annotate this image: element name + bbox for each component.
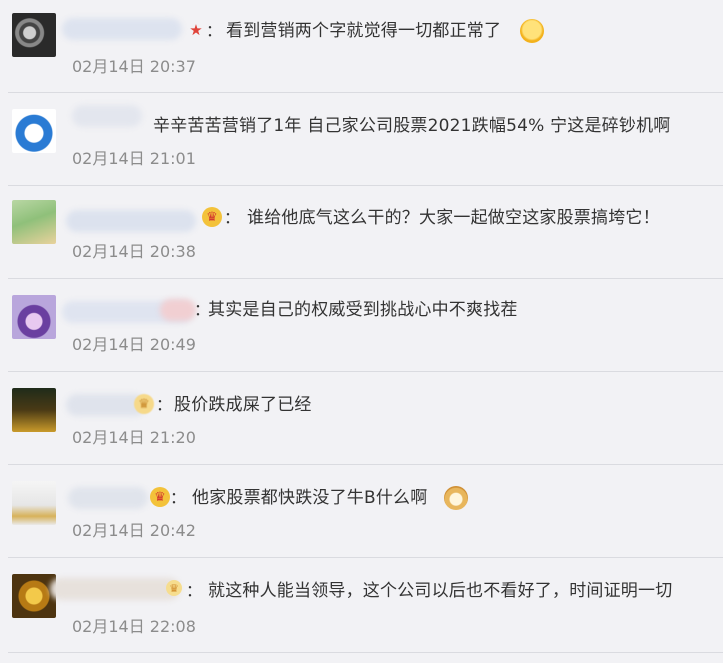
smile-emoji-icon [520, 19, 544, 43]
comment-item: ♛ ： 他家股票都快跌没了牛B什么啊 02月14日 20:42 [0, 465, 723, 558]
avatar[interactable] [12, 388, 56, 432]
comment-item: ♛ ： 股价跌成屎了已经 02月14日 21:20 [0, 372, 723, 465]
username-blurred[interactable] [50, 578, 180, 600]
comment-text: 其实是自己的权威受到挑战心中不爽找茬 [208, 300, 518, 320]
timestamp: 02月14日 20:49 [72, 335, 196, 354]
comment-text: 股价跌成屎了已经 [174, 395, 312, 415]
colon: ： [186, 581, 203, 600]
doge-emoji-icon [444, 486, 468, 510]
crown-badge-icon: ♛ [166, 580, 182, 596]
avatar[interactable] [12, 481, 56, 525]
avatar[interactable] [12, 13, 56, 57]
divider [8, 652, 723, 653]
timestamp: 02月14日 20:42 [72, 521, 196, 540]
crown-badge-icon: ♛ [150, 487, 170, 507]
timestamp: 02月14日 22:08 [72, 617, 196, 636]
star-badge-icon: ★ [189, 20, 203, 39]
timestamp: 02月14日 21:20 [72, 428, 196, 447]
comment-text: 他家股票都快跌没了牛B什么啊 [192, 488, 428, 508]
timestamp: 02月14日 21:01 [72, 149, 196, 168]
crown-badge-icon: ♛ [134, 394, 154, 414]
avatar[interactable] [12, 574, 56, 618]
username-blurred[interactable] [62, 18, 182, 40]
timestamp: 02月14日 20:38 [72, 242, 196, 261]
comment-item: ♛ ： 就这种人能当领导，这个公司以后也不看好了，时间证明一切 02月14日 2… [0, 558, 723, 663]
username-blurred-end [160, 299, 196, 321]
username-blurred[interactable] [68, 487, 148, 509]
avatar[interactable] [12, 295, 56, 339]
colon: ： [156, 395, 173, 414]
colon: ： [224, 208, 241, 227]
comment-item: 辛辛苦苦营销了1年 自己家公司股票2021跌幅54% 宁这是碎钞机啊 02月14… [0, 93, 723, 186]
comment-text: 谁给他底气这么干的？大家一起做空这家股票搞垮它！ [247, 208, 660, 228]
avatar[interactable] [12, 200, 56, 244]
comment-text: 看到营销两个字就觉得一切都正常了 [226, 21, 502, 41]
comment-item: ★ ： 看到营销两个字就觉得一切都正常了 02月14日 20:37 [0, 0, 723, 93]
comment-text: 就这种人能当领导，这个公司以后也不看好了，时间证明一切 [208, 581, 673, 601]
comment-item: ♛ ： 谁给他底气这么干的？大家一起做空这家股票搞垮它！ 02月14日 20:3… [0, 186, 723, 279]
comment-list: ★ ： 看到营销两个字就觉得一切都正常了 02月14日 20:37 辛辛苦苦营销… [0, 0, 723, 663]
avatar[interactable] [12, 109, 56, 153]
timestamp: 02月14日 20:37 [72, 57, 196, 76]
username-blurred[interactable] [72, 105, 142, 127]
username-blurred[interactable] [66, 210, 196, 232]
colon: ： [206, 21, 223, 40]
colon: ： [170, 488, 187, 507]
crown-badge-icon: ♛ [202, 207, 222, 227]
comment-item: ： 其实是自己的权威受到挑战心中不爽找茬 02月14日 20:49 [0, 279, 723, 372]
comment-text: 辛辛苦苦营销了1年 自己家公司股票2021跌幅54% 宁这是碎钞机啊 [153, 116, 671, 136]
